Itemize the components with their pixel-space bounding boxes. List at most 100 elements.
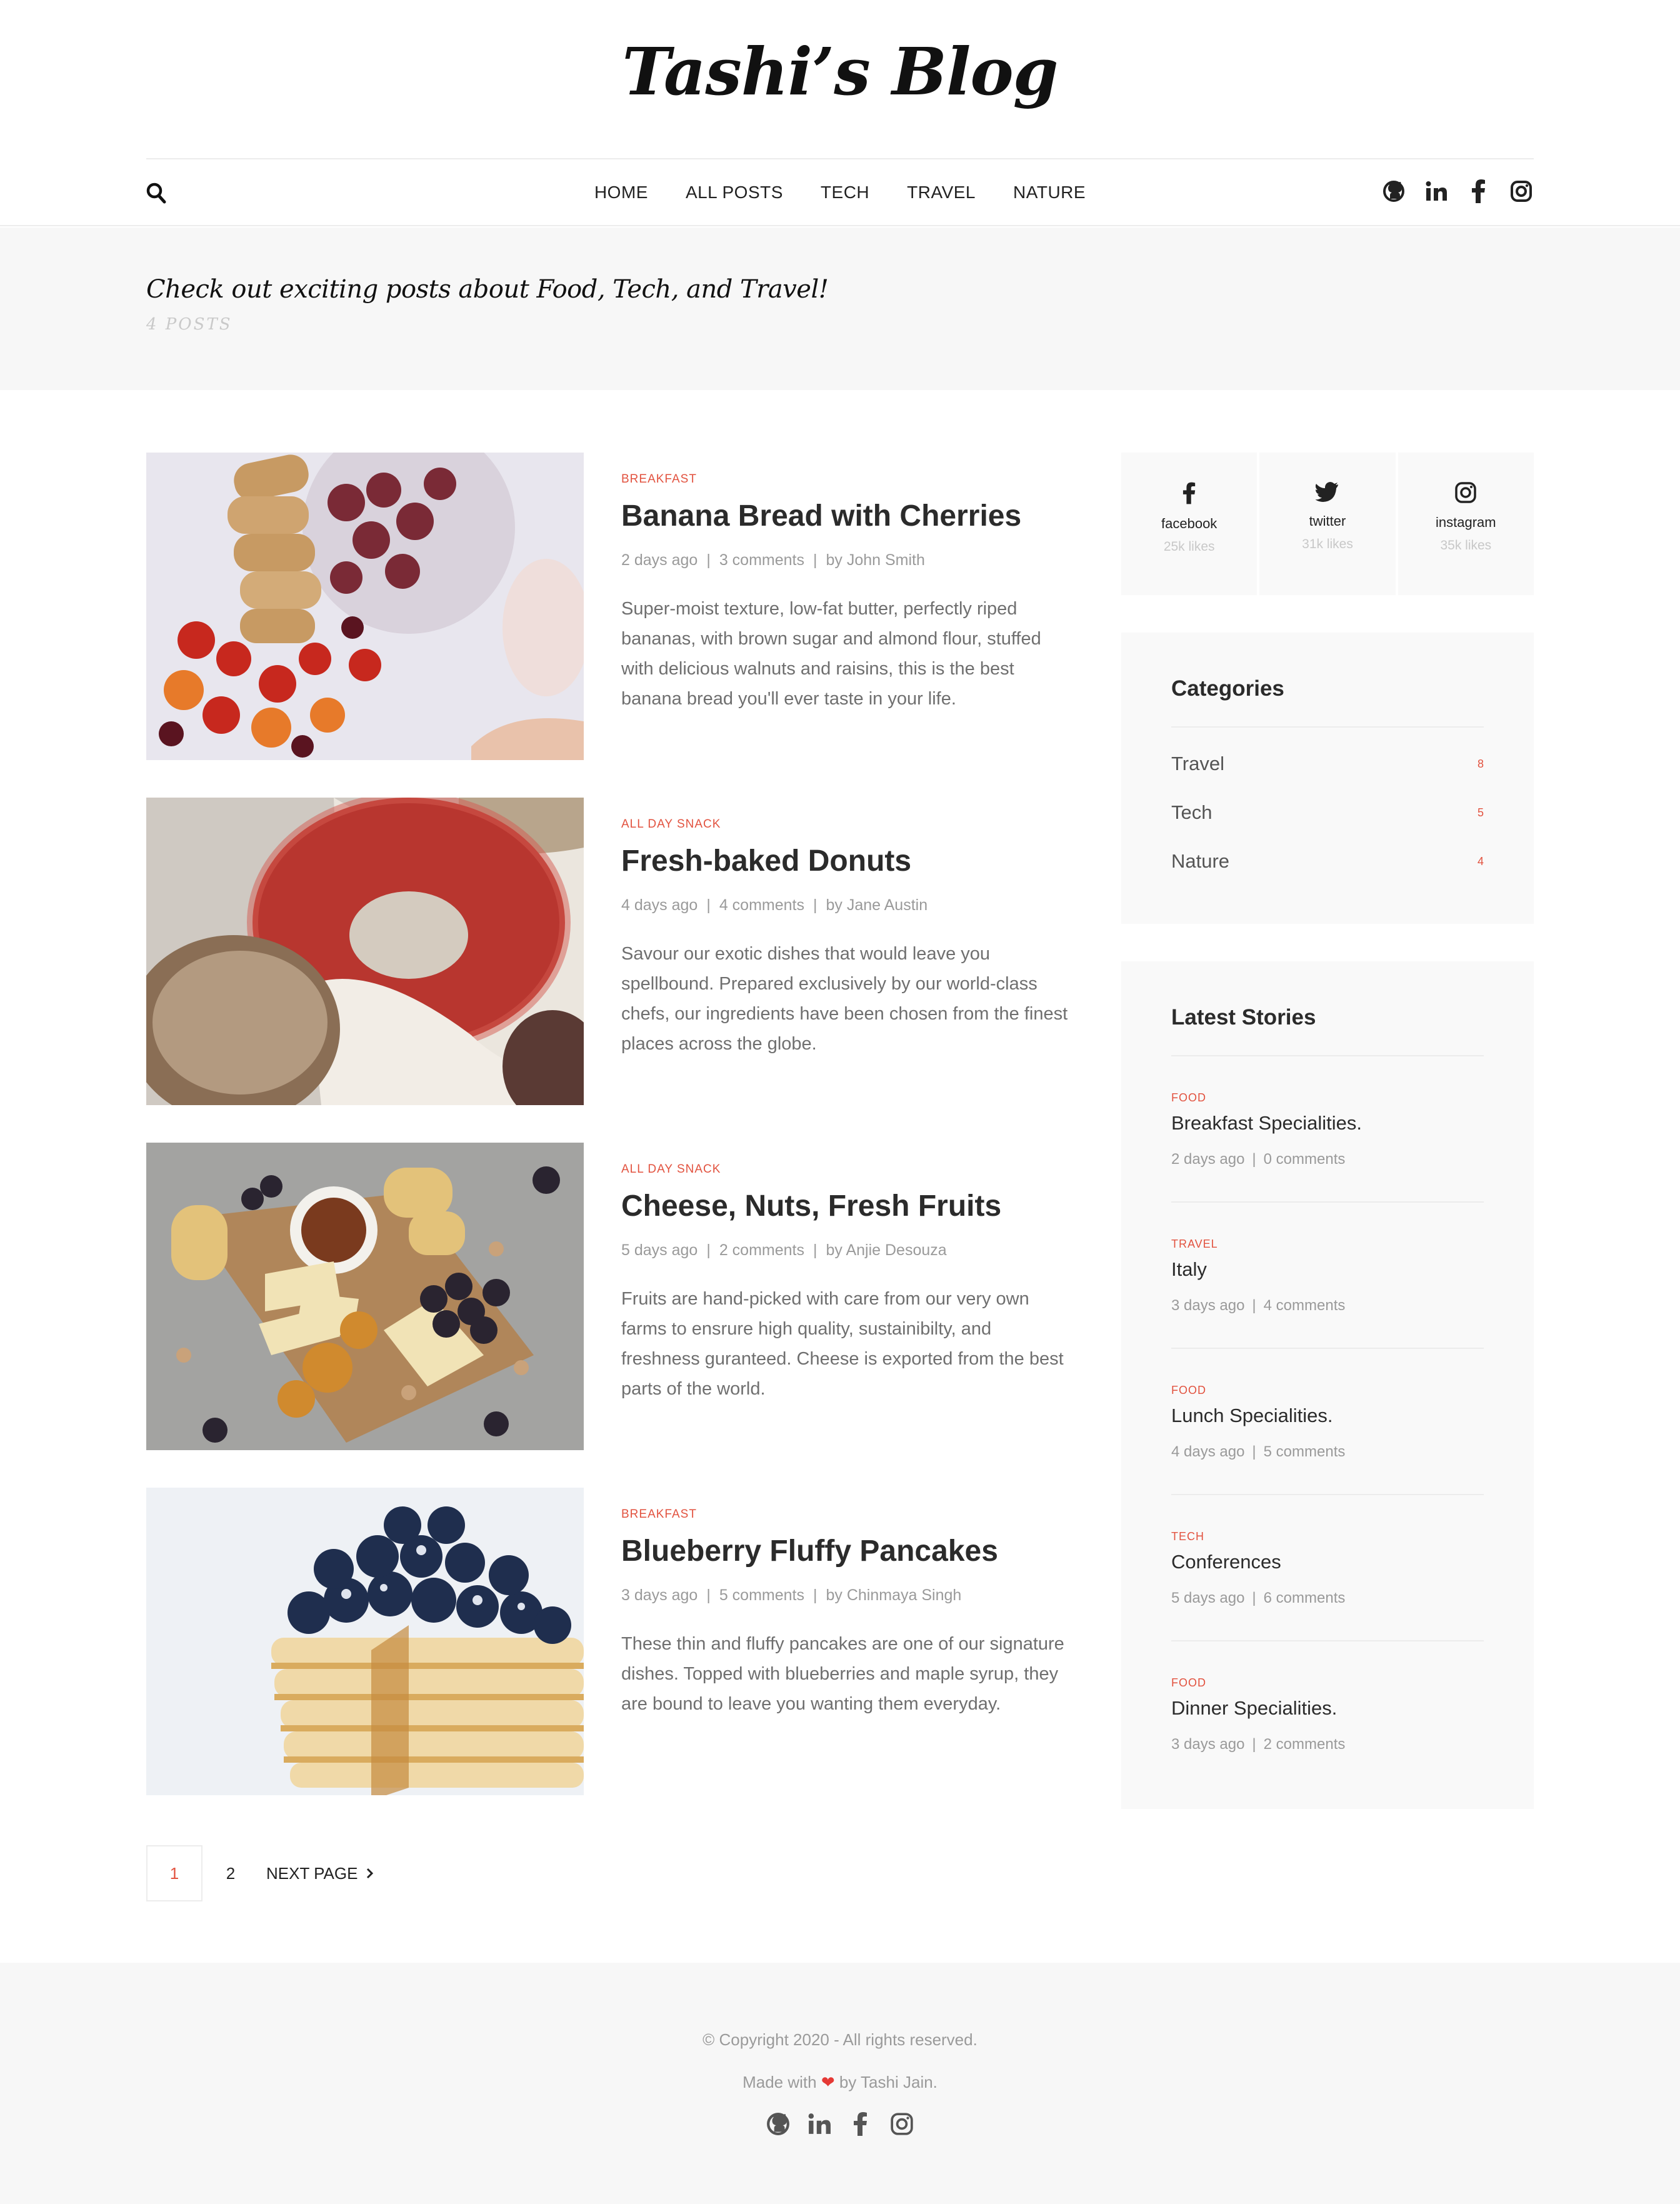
story-title[interactable]: Lunch Specialities.: [1171, 1405, 1484, 1427]
post-excerpt: These thin and fluffy pancakes are one o…: [621, 1634, 1064, 1714]
social-instagram[interactable]: instagram 35k likes: [1398, 453, 1534, 595]
post-category[interactable]: BREAKFAST: [621, 473, 697, 486]
divider: [1171, 1348, 1484, 1349]
story-title[interactable]: Dinner Specialities.: [1171, 1697, 1484, 1720]
story-item[interactable]: TECH Conferences 5 days ago | 6 comments: [1171, 1530, 1484, 1607]
story-date: 2 days ago: [1171, 1151, 1245, 1168]
social-stats: facebook 25k likes twitter 31k likes ins…: [1121, 453, 1534, 595]
post-title[interactable]: Cheese, Nuts, Fresh Fruits: [621, 1189, 1001, 1223]
social-likes: 31k likes: [1302, 537, 1353, 551]
post-comments[interactable]: 3 comments: [719, 551, 804, 569]
header-divider: [146, 158, 1534, 159]
post-date: 4 days ago: [621, 896, 698, 914]
post-author[interactable]: by Jane Austin: [826, 896, 928, 914]
github-icon[interactable]: [1381, 179, 1406, 204]
post-author[interactable]: by Anjie Desouza: [826, 1241, 947, 1259]
linkedin-icon[interactable]: [1424, 179, 1449, 204]
post-comments[interactable]: 5 comments: [719, 1586, 804, 1604]
nav-nature[interactable]: NATURE: [1013, 183, 1086, 203]
post-thumbnail[interactable]: [146, 1488, 584, 1795]
post-author[interactable]: by Chinmaya Singh: [826, 1586, 962, 1604]
post-category[interactable]: BREAKFAST: [621, 1508, 697, 1521]
story-comments: 6 comments: [1263, 1590, 1346, 1606]
story-comments: 2 comments: [1263, 1736, 1346, 1753]
story-date: 3 days ago: [1171, 1736, 1245, 1753]
next-page-label: NEXT PAGE: [266, 1863, 358, 1883]
category-count: 5: [1477, 806, 1484, 819]
post-author[interactable]: by John Smith: [826, 551, 925, 569]
story-meta: 3 days ago | 2 comments: [1171, 1736, 1346, 1753]
story-date: 4 days ago: [1171, 1443, 1245, 1460]
twitter-icon: [1314, 481, 1339, 506]
linkedin-icon[interactable]: [807, 2111, 832, 2136]
hero-banner: [0, 228, 1680, 390]
nav-home[interactable]: HOME: [594, 183, 648, 203]
page-2-link[interactable]: 2: [202, 1845, 259, 1901]
facebook-icon[interactable]: [1466, 179, 1491, 204]
facebook-icon: [1182, 481, 1196, 508]
story-title[interactable]: Conferences: [1171, 1551, 1484, 1573]
nav-all-posts[interactable]: ALL POSTS: [686, 183, 783, 203]
next-page-link[interactable]: NEXT PAGE: [266, 1864, 374, 1883]
story-meta: 4 days ago | 5 comments: [1171, 1443, 1346, 1460]
page-1-button[interactable]: 1: [146, 1845, 202, 1901]
story-title[interactable]: Breakfast Specialities.: [1171, 1112, 1484, 1135]
latest-stories-title: Latest Stories: [1171, 1005, 1316, 1029]
story-category[interactable]: FOOD: [1171, 1384, 1484, 1397]
post-card: ALL DAY SNACK Fresh-baked Donuts 4 days …: [146, 798, 1071, 1105]
story-comments: 0 comments: [1263, 1151, 1346, 1168]
post-count: 4 POSTS: [146, 315, 232, 334]
post-comments[interactable]: 2 comments: [719, 1241, 804, 1259]
github-icon[interactable]: [766, 2111, 791, 2136]
instagram-icon: [1454, 481, 1477, 507]
heart-icon: ❤: [821, 2073, 835, 2091]
story-category[interactable]: TECH: [1171, 1530, 1484, 1543]
story-title[interactable]: Italy: [1171, 1258, 1484, 1281]
post-meta: 3 days ago | 5 comments | by Chinmaya Singh: [621, 1586, 962, 1604]
post-thumbnail[interactable]: [146, 798, 584, 1105]
story-category[interactable]: FOOD: [1171, 1676, 1484, 1690]
post-thumbnail[interactable]: [146, 453, 584, 760]
category-label: Nature: [1171, 850, 1230, 872]
facebook-icon[interactable]: [848, 2111, 873, 2136]
category-item-travel[interactable]: Travel 8: [1171, 753, 1484, 775]
category-count: 8: [1477, 757, 1484, 770]
header-social-links: [1381, 179, 1534, 204]
post-title[interactable]: Fresh-baked Donuts: [621, 844, 911, 878]
post-card: BREAKFAST Banana Bread with Cherries 2 d…: [146, 453, 1071, 760]
category-item-tech[interactable]: Tech 5: [1171, 801, 1484, 824]
story-meta: 2 days ago | 0 comments: [1171, 1151, 1346, 1168]
social-name: facebook: [1161, 516, 1218, 531]
story-meta: 5 days ago | 6 comments: [1171, 1590, 1346, 1606]
social-facebook[interactable]: facebook 25k likes: [1121, 453, 1258, 595]
divider: [1171, 1494, 1484, 1495]
story-item[interactable]: FOOD Breakfast Specialities. 2 days ago |…: [1171, 1091, 1484, 1168]
post-date: 2 days ago: [621, 551, 698, 569]
story-item[interactable]: FOOD Dinner Specialities. 3 days ago | 2 c…: [1171, 1676, 1484, 1753]
story-comments: 5 comments: [1263, 1443, 1346, 1460]
post-category[interactable]: ALL DAY SNACK: [621, 1163, 721, 1176]
post-meta: 5 days ago | 2 comments | by Anjie Desouza: [621, 1241, 947, 1259]
post-meta: 2 days ago | 3 comments | by John Smith: [621, 551, 925, 569]
pagination: 1 2 NEXT PAGE: [146, 1845, 374, 1901]
instagram-icon[interactable]: [889, 2111, 914, 2136]
post-title[interactable]: Banana Bread with Cherries: [621, 499, 1021, 533]
post-comments[interactable]: 4 comments: [719, 896, 804, 914]
story-item[interactable]: TRAVEL Italy 3 days ago | 4 comments: [1171, 1238, 1484, 1315]
story-category[interactable]: TRAVEL: [1171, 1238, 1484, 1251]
social-twitter[interactable]: twitter 31k likes: [1259, 453, 1396, 595]
categories-widget: Categories Travel 8 Tech 5 Nature 4: [1121, 633, 1534, 924]
instagram-icon[interactable]: [1509, 179, 1534, 204]
post-title[interactable]: Blueberry Fluffy Pancakes: [621, 1534, 998, 1568]
story-item[interactable]: FOOD Lunch Specialities. 4 days ago | 5 co…: [1171, 1384, 1484, 1461]
post-thumbnail[interactable]: [146, 1143, 584, 1450]
divider: [1171, 726, 1484, 728]
post-excerpt: Savour our exotic dishes that would leav…: [621, 944, 1068, 1054]
nav-travel[interactable]: TRAVEL: [907, 183, 976, 203]
site-logo[interactable]: Tashi’s Blog: [0, 25, 1680, 119]
category-item-nature[interactable]: Nature 4: [1171, 850, 1484, 873]
divider: [1171, 1201, 1484, 1203]
nav-tech[interactable]: TECH: [821, 183, 869, 203]
story-category[interactable]: FOOD: [1171, 1091, 1484, 1105]
post-category[interactable]: ALL DAY SNACK: [621, 818, 721, 831]
